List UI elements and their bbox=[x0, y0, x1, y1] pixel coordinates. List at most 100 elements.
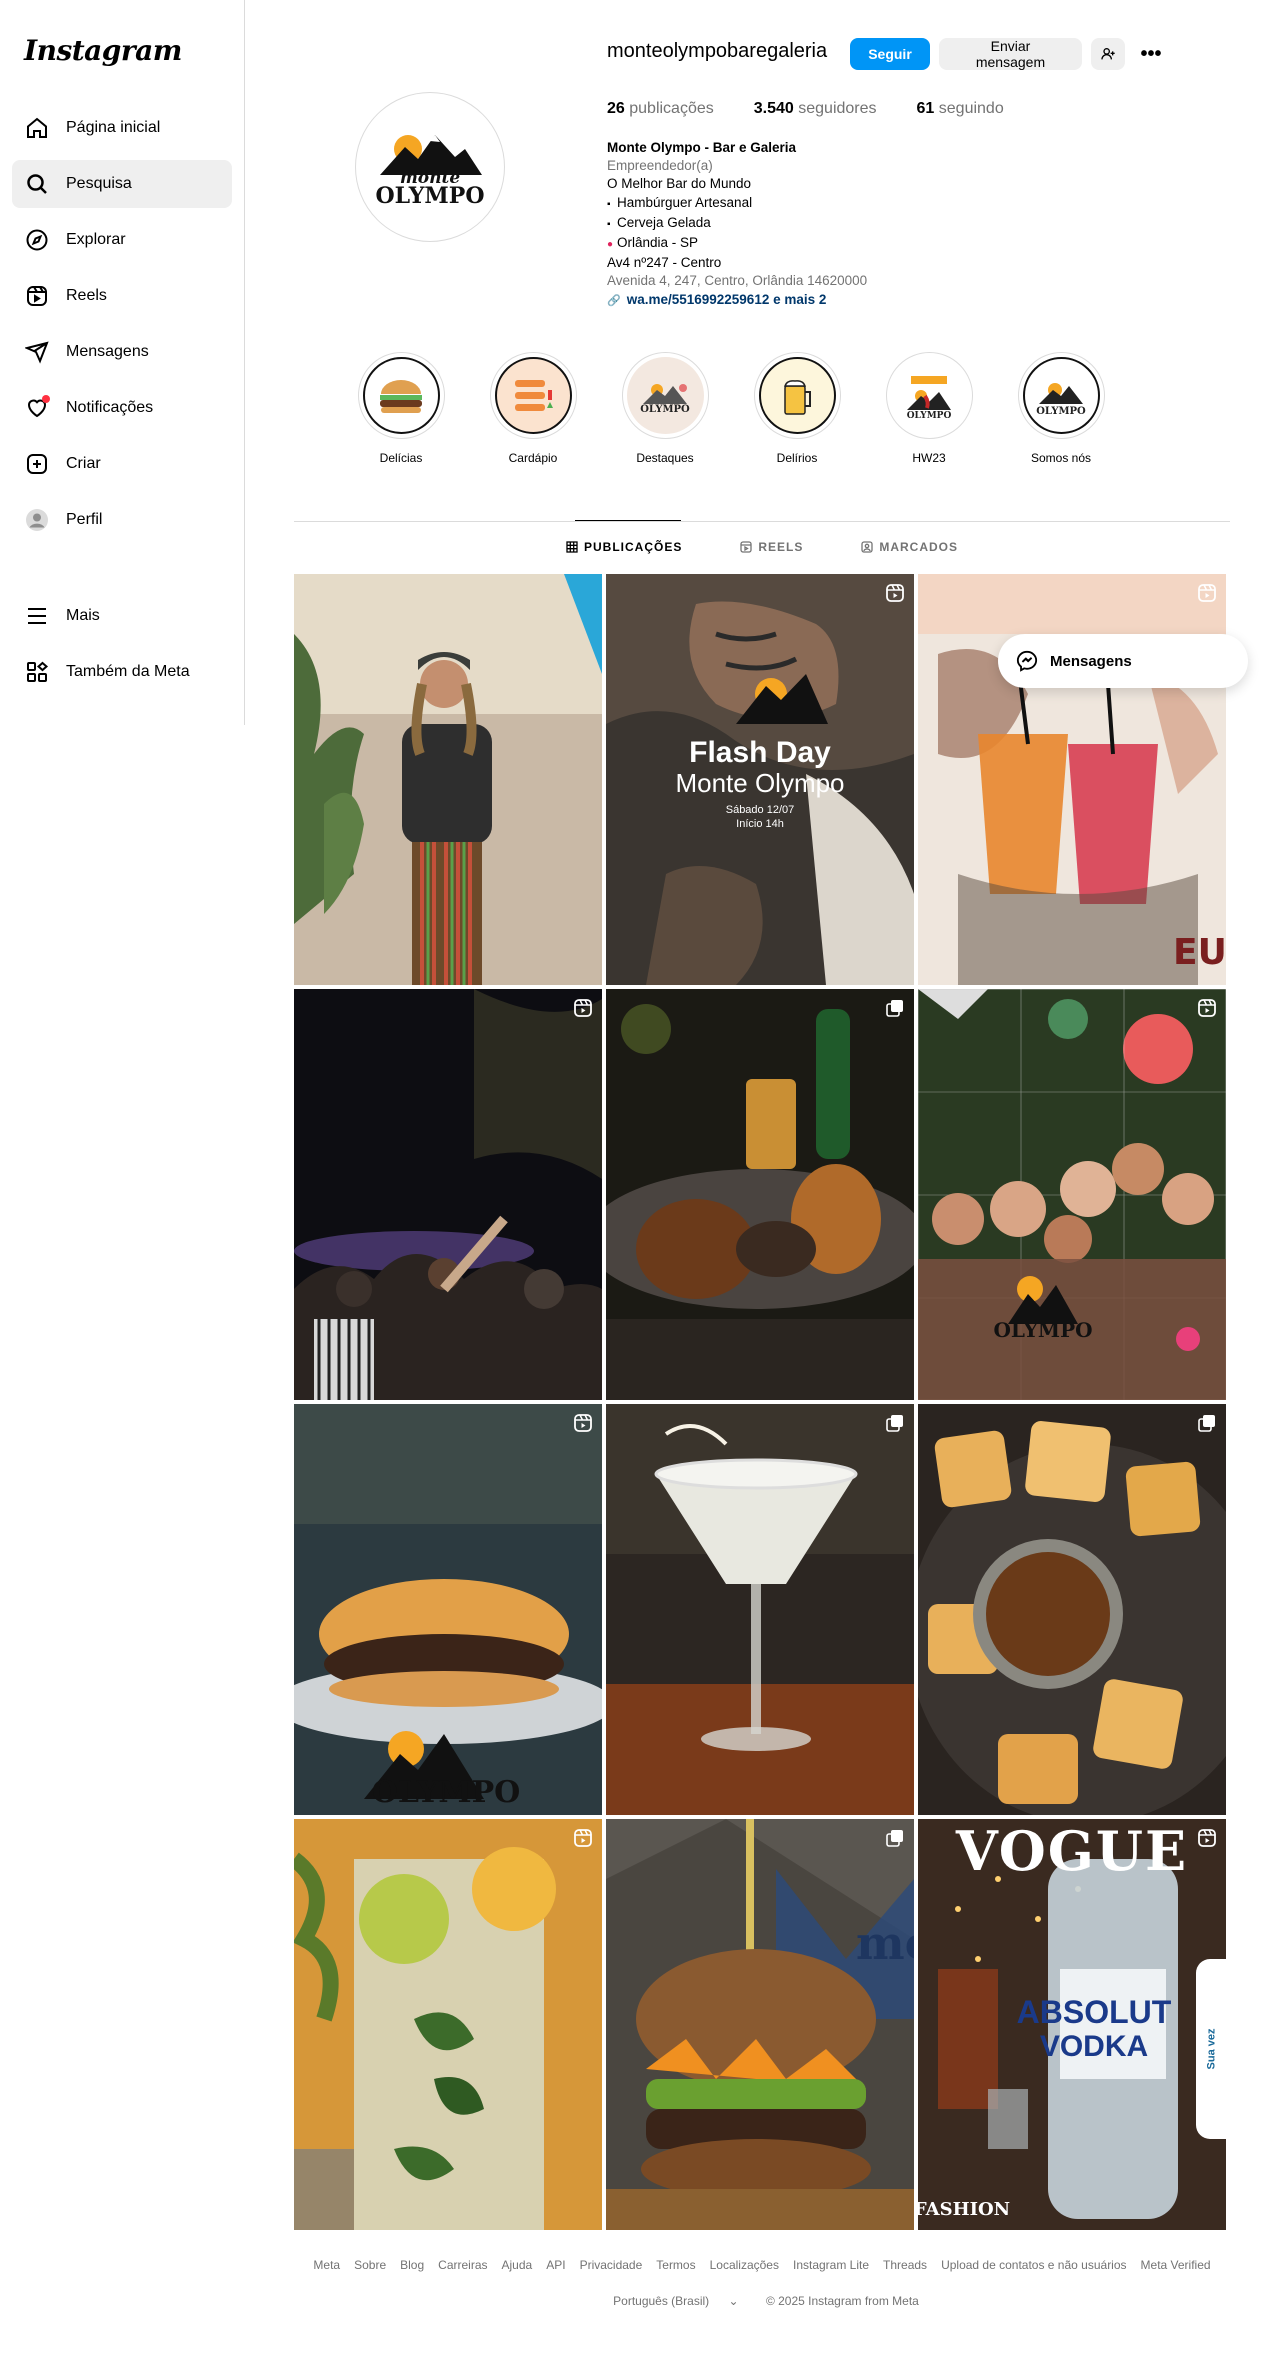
post-overlay-date: Sábado 12/07 bbox=[725, 804, 795, 816]
instagram-logo[interactable]: Instagram bbox=[24, 34, 182, 67]
link-icon: 🔗 bbox=[607, 294, 621, 307]
post-image bbox=[606, 1404, 914, 1815]
profile-username: monteolympobaregaleria bbox=[607, 40, 828, 62]
highlight-item[interactable]: OLYMPO Somos nós bbox=[995, 352, 1127, 465]
footer-link[interactable]: Localizações bbox=[710, 2258, 779, 2272]
post-image: OLYMPO bbox=[294, 1404, 602, 1815]
reel-badge-icon bbox=[886, 584, 904, 602]
tab-reels[interactable]: REELS bbox=[740, 540, 803, 554]
highlight-ring: OLYMPO bbox=[1017, 352, 1105, 439]
sidebar-item-create[interactable]: Criar bbox=[12, 440, 232, 488]
send-icon bbox=[24, 339, 50, 365]
sidebar-item-also-from-meta[interactable]: Também da Meta bbox=[12, 648, 232, 696]
story-highlights: Delícias Cardápio OLYMPO Destaques Delír… bbox=[335, 352, 1127, 465]
footer-link[interactable]: Blog bbox=[400, 2258, 424, 2272]
highlight-item[interactable]: Delírios bbox=[731, 352, 863, 465]
post-thumbnail[interactable]: OLYMPO bbox=[918, 989, 1226, 1400]
post-image bbox=[294, 574, 602, 985]
highlight-item[interactable]: OLYMPO Destaques bbox=[599, 352, 731, 465]
post-overlay-brand-sub: VODKA bbox=[1039, 2030, 1149, 2063]
follow-button[interactable]: Seguir bbox=[850, 38, 930, 70]
highlight-label: Destaques bbox=[636, 451, 694, 465]
posts-count: 26 publicações bbox=[607, 100, 714, 118]
messages-floating-button[interactable]: Mensagens bbox=[998, 634, 1248, 688]
side-tab[interactable]: Sua vez bbox=[1196, 1959, 1226, 2139]
highlight-ring bbox=[489, 352, 577, 439]
send-message-button[interactable]: Enviar mensagem bbox=[939, 38, 1082, 70]
tab-posts[interactable]: PUBLICAÇÕES bbox=[566, 540, 682, 554]
post-thumbnail[interactable] bbox=[294, 989, 602, 1400]
footer-links: Meta Sobre Blog Carreiras Ajuda API Priv… bbox=[294, 2258, 1230, 2272]
post-thumbnail[interactable] bbox=[606, 989, 914, 1400]
side-tab-label: Sua vez bbox=[1205, 2028, 1217, 2070]
sidebar-item-label: Reels bbox=[66, 287, 107, 304]
sidebar-item-search[interactable]: Pesquisa bbox=[12, 160, 232, 208]
burger-icon bbox=[362, 357, 440, 434]
footer-link[interactable]: Meta Verified bbox=[1141, 2258, 1211, 2272]
sidebar-item-profile[interactable]: Perfil bbox=[12, 496, 232, 544]
post-thumbnail[interactable] bbox=[918, 1404, 1226, 1815]
profile-avatar[interactable]: monte OLYMPO bbox=[355, 92, 505, 242]
footer-link[interactable]: Sobre bbox=[354, 2258, 386, 2272]
bio-line-text: Hambúrguer Artesanal bbox=[617, 194, 753, 210]
bio-link[interactable]: 🔗 wa.me/5516992259612 e mais 2 bbox=[607, 291, 1027, 310]
carousel-badge-icon bbox=[886, 1000, 903, 1017]
post-thumbnail[interactable] bbox=[606, 1404, 914, 1815]
footer-link[interactable]: Instagram Lite bbox=[793, 2258, 869, 2272]
copyright: © 2025 Instagram from Meta bbox=[765, 2294, 919, 2308]
footer-link[interactable]: Threads bbox=[883, 2258, 927, 2272]
sidebar-item-home[interactable]: Página inicial bbox=[12, 104, 232, 152]
posts-value: 26 bbox=[607, 100, 625, 117]
add-user-icon bbox=[1101, 48, 1115, 60]
following-count[interactable]: 61 seguindo bbox=[917, 100, 1004, 118]
post-thumbnail[interactable]: Flash Day Monte Olympo Sábado 12/07 Iníc… bbox=[606, 574, 914, 985]
post-thumbnail[interactable] bbox=[294, 1819, 602, 2230]
footer-link[interactable]: Ajuda bbox=[502, 2258, 533, 2272]
suggest-users-button[interactable] bbox=[1091, 38, 1125, 70]
highlight-item[interactable]: Delícias bbox=[335, 352, 467, 465]
post-thumbnail[interactable]: VOGUE ABSOLUT VODKA FASHION Sua vez bbox=[918, 1819, 1226, 2230]
highlight-ring: OLYMPO bbox=[885, 352, 973, 439]
heart-icon bbox=[24, 395, 50, 421]
highlight-item[interactable]: OLYMPO HW23 bbox=[863, 352, 995, 465]
sidebar-item-explore[interactable]: Explorar bbox=[12, 216, 232, 264]
bio-category: Empreendedor(a) bbox=[607, 158, 713, 174]
sidebar-item-label: Explorar bbox=[66, 231, 126, 248]
tab-tagged[interactable]: MARCADOS bbox=[861, 540, 958, 554]
pin-icon: ● bbox=[607, 239, 614, 251]
post-image: mont bbox=[606, 1819, 914, 2230]
logo-icon: OLYMPO bbox=[1022, 357, 1100, 434]
post-overlay-title: VOGUE bbox=[955, 1819, 1189, 1883]
sidebar-item-messages[interactable]: Mensagens bbox=[12, 328, 232, 376]
sidebar-item-reels[interactable]: Reels bbox=[12, 272, 232, 320]
more-options-button[interactable]: ••• bbox=[1134, 38, 1168, 70]
halloween-logo-icon: OLYMPO bbox=[890, 357, 968, 434]
footer-link[interactable]: Termos bbox=[656, 2258, 695, 2272]
language-select[interactable]: Português (Brasil) ⌄ bbox=[605, 2294, 746, 2308]
footer-link[interactable]: Carreiras bbox=[438, 2258, 487, 2272]
sidebar-item-label: Perfil bbox=[66, 511, 103, 528]
bio-address[interactable]: Avenida 4, 247, Centro, Orlândia 1462000… bbox=[607, 272, 1027, 290]
highlight-ring bbox=[753, 352, 841, 439]
highlight-label: Delírios bbox=[776, 451, 818, 465]
sidebar-item-label: Também da Meta bbox=[66, 663, 190, 680]
grid-icon bbox=[566, 541, 578, 553]
footer-link[interactable]: Upload de contatos e não usuários bbox=[941, 2258, 1126, 2272]
post-thumbnail[interactable] bbox=[294, 574, 602, 985]
highlight-ring: OLYMPO bbox=[621, 352, 709, 439]
footer-link[interactable]: API bbox=[546, 2258, 565, 2272]
menu-icon bbox=[24, 603, 50, 629]
reel-badge-icon bbox=[574, 999, 592, 1017]
tag-icon bbox=[861, 541, 873, 553]
footer-link[interactable]: Privacidade bbox=[580, 2258, 643, 2272]
sidebar-item-label: Página inicial bbox=[66, 119, 161, 136]
highlight-label: Cardápio bbox=[508, 451, 558, 465]
bio-line: ▪ Hambúrguer Artesanal bbox=[607, 194, 1027, 214]
footer-link[interactable]: Meta bbox=[313, 2258, 340, 2272]
sidebar-item-more[interactable]: Mais bbox=[12, 592, 232, 640]
post-thumbnail[interactable]: mont bbox=[606, 1819, 914, 2230]
highlight-item[interactable]: Cardápio bbox=[467, 352, 599, 465]
post-thumbnail[interactable]: OLYMPO bbox=[294, 1404, 602, 1815]
sidebar-item-notifications[interactable]: Notificações bbox=[12, 384, 232, 432]
followers-count[interactable]: 3.540 seguidores bbox=[754, 100, 877, 118]
